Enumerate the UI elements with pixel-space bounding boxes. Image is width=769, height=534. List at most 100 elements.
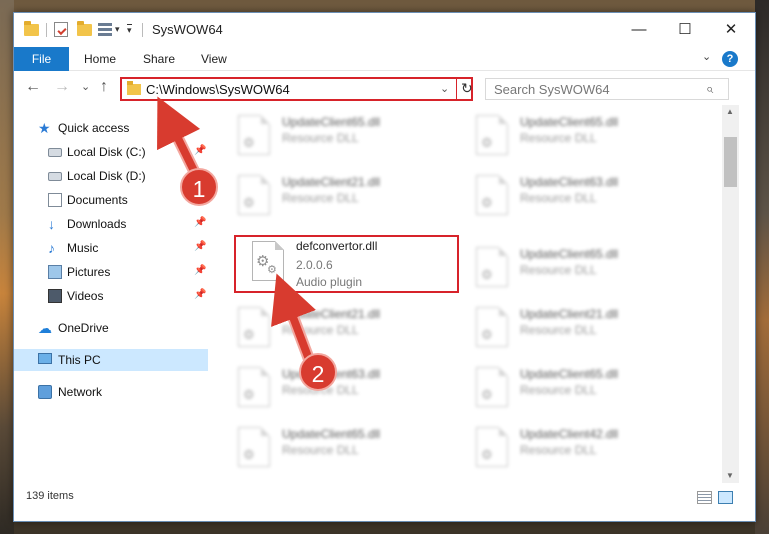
file-type: Resource DLL bbox=[520, 191, 597, 205]
large-icons-view-icon[interactable] bbox=[718, 491, 733, 504]
step-1-badge: 1 bbox=[180, 168, 218, 206]
properties-icon[interactable] bbox=[54, 22, 68, 37]
minimize-button[interactable]: — bbox=[616, 13, 662, 47]
file-tile[interactable]: ⚙ UpdateClient65.dll Resource DLL bbox=[472, 241, 702, 299]
tab-share[interactable]: Share bbox=[143, 47, 175, 71]
gear-icon: ⚙ bbox=[481, 447, 493, 462]
nav-item-onedrive[interactable]: ☁ OneDrive bbox=[14, 317, 208, 339]
search-box[interactable]: Search SysWOW64 ⌕ bbox=[485, 78, 729, 100]
file-tile[interactable]: ⚙ UpdateClient21.dll Resource DLL bbox=[234, 169, 464, 227]
toolbar-separator bbox=[46, 23, 47, 37]
status-bar: 139 items bbox=[14, 483, 755, 521]
pin-icon[interactable]: 📌 bbox=[194, 241, 206, 252]
file-name: UpdateClient65.dll bbox=[282, 427, 381, 441]
file-tile[interactable]: ⚙ UpdateClient65.dll Resource DLL bbox=[234, 109, 464, 167]
file-tile[interactable]: ⚙ UpdateClient65.dll Resource DLL bbox=[472, 361, 702, 419]
nav-item-quick-access[interactable]: ★ Quick access bbox=[14, 117, 208, 139]
file-tile[interactable]: ⚙ UpdateClient21.dll Resource DLL bbox=[234, 301, 464, 359]
nav-item-label: OneDrive bbox=[58, 321, 109, 335]
file-tile[interactable]: ⚙ UpdateClient63.dll Resource DLL bbox=[472, 169, 702, 227]
videos-icon bbox=[48, 289, 62, 303]
back-button[interactable]: ← bbox=[25, 78, 41, 96]
pictures-icon bbox=[48, 265, 62, 279]
new-folder-icon[interactable] bbox=[77, 21, 92, 36]
gear-icon: ⚙ bbox=[243, 195, 255, 210]
tab-file[interactable]: File bbox=[14, 47, 69, 71]
ribbon: File Home Share View ⌄ ? bbox=[14, 47, 755, 71]
up-button[interactable]: ↑ bbox=[100, 78, 108, 96]
desktop-wallpaper-right bbox=[755, 0, 769, 534]
gear-icon: ⚙ bbox=[481, 387, 493, 402]
vertical-scrollbar[interactable]: ▲ ▼ bbox=[722, 105, 739, 483]
documents-icon bbox=[48, 193, 62, 207]
folder-icon bbox=[127, 81, 141, 95]
details-view-icon[interactable] bbox=[697, 491, 712, 504]
help-icon[interactable]: ? bbox=[722, 51, 738, 67]
desktop-wallpaper-left bbox=[0, 0, 14, 534]
pin-icon[interactable]: 📌 bbox=[194, 289, 206, 300]
expand-ribbon-icon[interactable]: ⌄ bbox=[702, 50, 711, 63]
file-tile[interactable]: ⚙ UpdateClient42.dll Resource DLL bbox=[472, 421, 702, 479]
recent-locations-button[interactable]: ⌄ bbox=[81, 80, 90, 93]
music-icon: ♪ bbox=[48, 240, 55, 256]
file-list[interactable]: ⚙ UpdateClient65.dll Resource DLL ⚙ Upda… bbox=[210, 105, 720, 483]
file-tile[interactable]: ⚙ UpdateClient21.dll Resource DLL bbox=[472, 301, 702, 359]
scrollbar-thumb[interactable] bbox=[724, 137, 737, 187]
nav-item-downloads[interactable]: ↓ Downloads 📌 bbox=[14, 213, 208, 235]
file-tile[interactable]: ⚙ UpdateClient65.dll Resource DLL bbox=[472, 109, 702, 167]
nav-item-network[interactable]: Network bbox=[14, 381, 208, 403]
file-name: UpdateClient65.dll bbox=[520, 115, 619, 129]
file-type: Resource DLL bbox=[520, 131, 597, 145]
file-type: Resource DLL bbox=[520, 323, 597, 337]
view-options-icon[interactable] bbox=[98, 23, 112, 36]
file-tile[interactable]: ⚙ UpdateClient65.dll Resource DLL bbox=[234, 421, 464, 479]
item-count: 139 items bbox=[26, 490, 74, 502]
dll-file-icon: ⚙ bbox=[238, 427, 270, 467]
nav-item-this-pc[interactable]: This PC bbox=[14, 349, 208, 371]
tab-view[interactable]: View bbox=[201, 47, 227, 71]
nav-item-documents[interactable]: Documents 📌 bbox=[14, 189, 208, 211]
dll-file-icon: ⚙ bbox=[476, 307, 508, 347]
nav-item-local-disk-c[interactable]: Local Disk (C:) 📌 bbox=[14, 141, 208, 163]
address-path[interactable]: C:\Windows\SysWOW64 bbox=[146, 82, 290, 97]
file-name: UpdateClient65.dll bbox=[282, 115, 381, 129]
file-highlight-box bbox=[234, 235, 459, 293]
nav-item-pictures[interactable]: Pictures 📌 bbox=[14, 261, 208, 283]
nav-item-label: Local Disk (C:) bbox=[67, 145, 146, 159]
dll-file-icon: ⚙ bbox=[476, 427, 508, 467]
chevron-down-icon[interactable]: ▾ bbox=[115, 24, 120, 40]
nav-item-videos[interactable]: Videos 📌 bbox=[14, 285, 208, 307]
navigation-pane: ★ Quick access Local Disk (C:) 📌 Local D… bbox=[14, 105, 208, 483]
nav-item-label: Documents bbox=[67, 193, 128, 207]
gear-icon: ⚙ bbox=[243, 135, 255, 150]
file-type: Resource DLL bbox=[282, 191, 359, 205]
tab-home[interactable]: Home bbox=[84, 47, 116, 71]
nav-item-music[interactable]: ♪ Music 📌 bbox=[14, 237, 208, 259]
refresh-button[interactable]: ↻ bbox=[461, 80, 473, 97]
gear-icon: ⚙ bbox=[243, 327, 255, 342]
address-bar[interactable]: C:\Windows\SysWOW64 ⌄ ↻ bbox=[120, 77, 473, 101]
file-name: UpdateClient21.dll bbox=[282, 307, 381, 321]
close-button[interactable]: ✕ bbox=[708, 13, 754, 47]
nav-item-local-disk-d[interactable]: Local Disk (D:) bbox=[14, 165, 208, 187]
file-name: UpdateClient42.dll bbox=[520, 427, 619, 441]
file-tile[interactable]: ⚙ UpdateClient63.dll Resource DLL bbox=[234, 361, 464, 419]
search-input[interactable]: Search SysWOW64 bbox=[494, 82, 610, 97]
file-name: UpdateClient63.dll bbox=[520, 175, 619, 189]
star-icon: ★ bbox=[38, 120, 51, 136]
scroll-down-icon[interactable]: ▼ bbox=[726, 471, 734, 480]
forward-button[interactable]: → bbox=[54, 78, 70, 96]
pin-icon[interactable]: 📌 bbox=[194, 265, 206, 276]
pin-icon[interactable]: 📌 bbox=[194, 217, 206, 228]
nav-item-label: Downloads bbox=[67, 217, 127, 231]
nav-item-label: Pictures bbox=[67, 265, 111, 279]
disk-icon bbox=[48, 172, 62, 181]
maximize-button[interactable]: ☐ bbox=[662, 13, 708, 47]
file-type: Resource DLL bbox=[282, 443, 359, 457]
customize-toolbar-icon[interactable]: ▾ bbox=[127, 24, 132, 40]
address-dropdown-icon[interactable]: ⌄ bbox=[440, 82, 449, 95]
scroll-up-icon[interactable]: ▲ bbox=[726, 107, 734, 116]
nav-item-label: Videos bbox=[67, 289, 104, 303]
pin-icon[interactable]: 📌 bbox=[194, 145, 206, 156]
file-name: UpdateClient21.dll bbox=[282, 175, 381, 189]
